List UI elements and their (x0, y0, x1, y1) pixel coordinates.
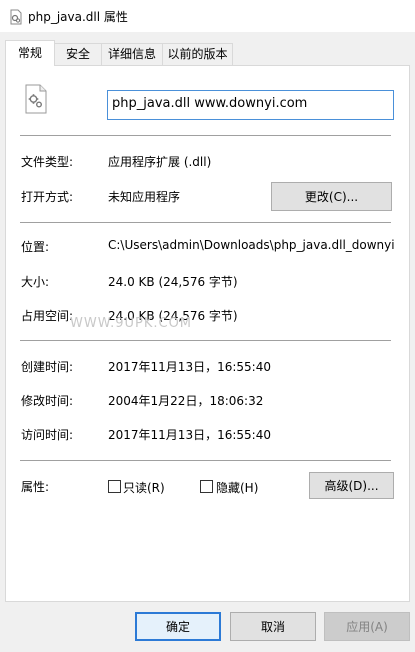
separator (20, 135, 391, 136)
readonly-label[interactable]: 只读(R) (123, 479, 165, 496)
separator (20, 460, 391, 461)
created-label: 创建时间: (21, 360, 74, 374)
tab-security[interactable]: 安全 (54, 43, 102, 65)
location-label: 位置: (21, 240, 50, 254)
dll-file-icon (10, 9, 22, 25)
tab-general[interactable]: 常规 (5, 40, 55, 66)
size-value: 24.0 KB (24,576 字节) (108, 275, 238, 289)
watermark: WWW.9UPK.COM (70, 316, 193, 331)
size-on-disk-label: 占用空间: (21, 309, 74, 323)
ok-button[interactable]: 确定 (135, 612, 221, 641)
apply-button[interactable]: 应用(A) (324, 612, 410, 641)
accessed-label: 访问时间: (21, 428, 74, 442)
attributes-label: 属性: (21, 480, 50, 494)
modified-value: 2004年1月22日，18:06:32 (108, 394, 264, 408)
dll-file-icon (25, 84, 47, 114)
file-type-label: 文件类型: (21, 155, 74, 169)
separator (20, 222, 391, 223)
modified-label: 修改时间: (21, 394, 74, 408)
created-value: 2017年11月13日，16:55:40 (108, 360, 271, 374)
separator (20, 340, 391, 341)
opens-with-label: 打开方式: (21, 190, 74, 204)
tab-previous-versions[interactable]: 以前的版本 (162, 43, 233, 65)
advanced-button[interactable]: 高级(D)... (309, 472, 394, 499)
cancel-button[interactable]: 取消 (230, 612, 316, 641)
size-label: 大小: (21, 275, 50, 289)
hidden-label[interactable]: 隐藏(H) (216, 479, 258, 496)
readonly-checkbox[interactable] (108, 480, 121, 493)
accessed-value: 2017年11月13日，16:55:40 (108, 428, 271, 442)
hidden-checkbox[interactable] (200, 480, 213, 493)
file-type-value: 应用程序扩展 (.dll) (108, 155, 212, 169)
file-name-input[interactable]: php_java.dll www.downyi.com (107, 90, 394, 120)
change-button[interactable]: 更改(C)... (271, 182, 392, 211)
location-value: C:\Users\admin\Downloads\php_java.dll_do… (108, 238, 394, 252)
opens-with-value: 未知应用程序 (108, 190, 181, 204)
window-title: php_java.dll 属性 (28, 10, 128, 24)
tab-details[interactable]: 详细信息 (101, 43, 163, 65)
general-panel (5, 65, 410, 602)
